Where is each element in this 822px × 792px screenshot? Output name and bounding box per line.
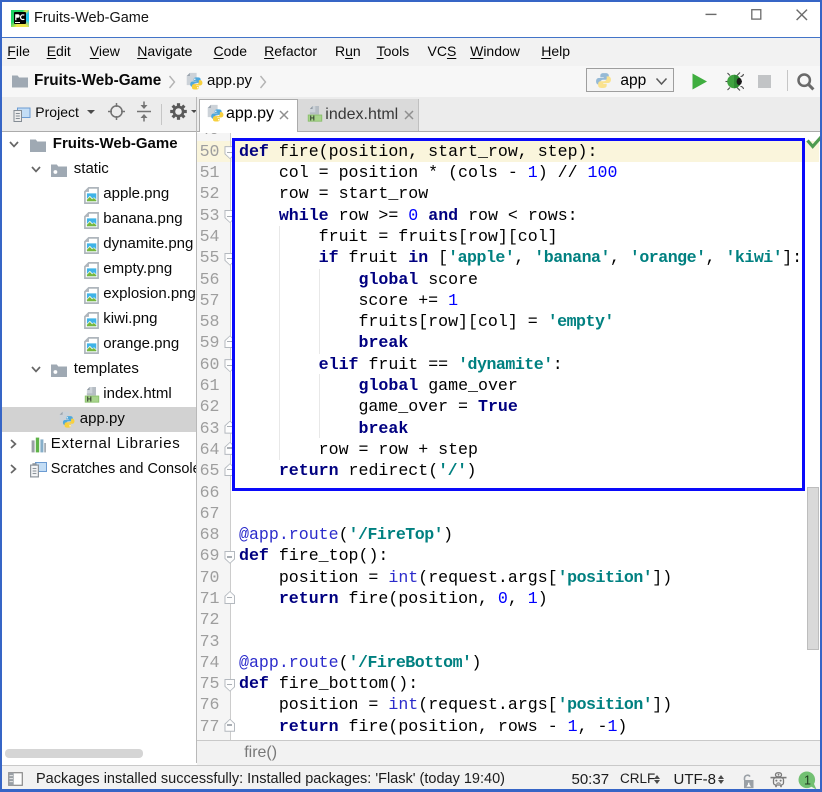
svg-text:1: 1 [804, 773, 811, 787]
svg-text:H: H [87, 396, 92, 403]
svg-text:H: H [310, 115, 315, 122]
